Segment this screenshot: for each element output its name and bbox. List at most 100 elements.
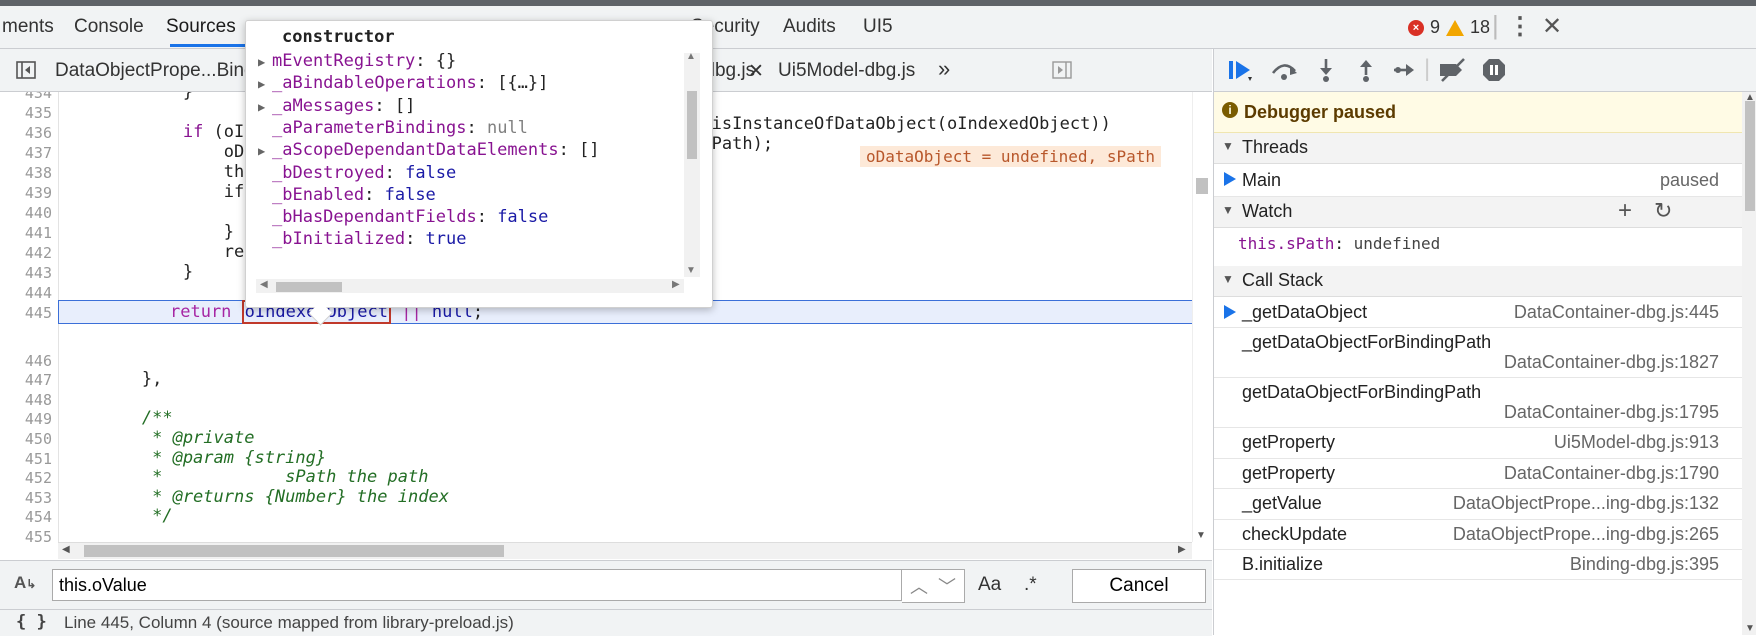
replace-toggle-icon[interactable]: A↳ bbox=[14, 573, 36, 593]
line-number[interactable]: 448 bbox=[0, 391, 52, 409]
callstack-frame[interactable]: B.initialize Binding-dbg.js:395 bbox=[1214, 549, 1756, 581]
more-tabs-icon[interactable]: » bbox=[938, 56, 950, 82]
line-number[interactable]: 435 bbox=[0, 104, 52, 122]
scroll-up-icon[interactable]: ▲ bbox=[686, 51, 696, 62]
close-tab-icon[interactable]: ✕ bbox=[748, 60, 764, 83]
line-number[interactable]: 454 bbox=[0, 508, 52, 526]
scroll-right-icon[interactable]: ▶ bbox=[1178, 544, 1186, 555]
line-number[interactable]: 455 bbox=[0, 528, 52, 542]
deactivate-breakpoints-icon[interactable] bbox=[1438, 57, 1468, 83]
line-number[interactable]: 451 bbox=[0, 450, 52, 468]
scroll-left-icon[interactable]: ◀ bbox=[260, 279, 268, 290]
cancel-button[interactable]: Cancel bbox=[1072, 569, 1206, 603]
expand-arrow-icon[interactable]: ▶ bbox=[258, 77, 272, 91]
property-row[interactable]: ▶ _aMessages: [] bbox=[258, 96, 415, 116]
sidebar-scroll-thumb[interactable] bbox=[1745, 101, 1755, 211]
frame-location[interactable]: Binding-dbg.js:395 bbox=[1570, 554, 1719, 575]
frame-location[interactable]: DataObjectPrope...ing-dbg.js:265 bbox=[1453, 524, 1719, 545]
property-row[interactable]: _aParameterBindings: null bbox=[258, 118, 528, 138]
property-row[interactable]: _bInitialized: true bbox=[258, 229, 467, 249]
search-previous-icon[interactable]: ︿ bbox=[910, 573, 928, 599]
callstack-frame[interactable]: getProperty DataContainer-dbg.js:1790 bbox=[1214, 458, 1756, 490]
property-row[interactable]: _bDestroyed: false bbox=[258, 163, 456, 183]
frame-location[interactable]: DataContainer-dbg.js:445 bbox=[1514, 302, 1719, 323]
line-number[interactable]: 443 bbox=[0, 264, 52, 282]
callstack-frame[interactable]: getProperty Ui5Model-dbg.js:913 bbox=[1214, 427, 1756, 459]
frame-location[interactable]: DataContainer-dbg.js:1795 bbox=[1504, 402, 1719, 423]
line-number[interactable]: 441 bbox=[0, 224, 52, 242]
scroll-left-icon[interactable]: ◀ bbox=[62, 544, 70, 555]
tab-console[interactable]: Console bbox=[74, 16, 144, 38]
callstack-frame[interactable]: getDataObjectForBindingPath DataContainer… bbox=[1214, 377, 1756, 429]
line-number[interactable]: 446 bbox=[0, 352, 52, 370]
resume-icon[interactable] bbox=[1228, 59, 1254, 83]
file-tab-ui5model[interactable]: Ui5Model-dbg.js bbox=[778, 60, 915, 82]
error-warning-counter[interactable]: × 9 18 bbox=[1408, 17, 1490, 38]
property-row[interactable]: ▶ _aBindableOperations: [{…}] bbox=[258, 73, 548, 93]
line-number[interactable]: 444 bbox=[0, 284, 52, 302]
frame-location[interactable]: Ui5Model-dbg.js:913 bbox=[1554, 432, 1719, 453]
line-number[interactable]: 434 bbox=[0, 92, 52, 102]
search-input[interactable] bbox=[52, 569, 902, 601]
add-watch-icon[interactable]: + bbox=[1618, 197, 1632, 225]
frame-location[interactable]: DataContainer-dbg.js:1827 bbox=[1504, 352, 1719, 373]
toggle-navigator-icon[interactable] bbox=[16, 61, 36, 79]
threads-section-header[interactable]: ▼ Threads bbox=[1214, 133, 1756, 164]
scroll-down-icon[interactable]: ▼ bbox=[1745, 623, 1755, 634]
close-icon[interactable]: ✕ bbox=[1542, 12, 1562, 41]
scroll-down-icon[interactable]: ▼ bbox=[686, 265, 696, 276]
scroll-up-icon[interactable]: ▲ bbox=[1745, 92, 1755, 103]
line-number[interactable]: 449 bbox=[0, 410, 52, 428]
pretty-print-icon[interactable]: { } bbox=[16, 612, 47, 632]
expand-arrow-icon[interactable]: ▶ bbox=[258, 144, 272, 158]
watch-expression-row[interactable]: this.sPath: undefined bbox=[1214, 228, 1756, 267]
popover-vertical-thumb[interactable] bbox=[687, 91, 697, 159]
tab-elements[interactable]: ments bbox=[2, 16, 54, 38]
watch-section-header[interactable]: ▼ Watch + ↻ bbox=[1214, 197, 1756, 228]
more-menu-icon[interactable]: ⋮ bbox=[1508, 12, 1532, 41]
line-number[interactable]: 452 bbox=[0, 469, 52, 487]
code-vertical-thumb[interactable] bbox=[1196, 178, 1208, 194]
callstack-frame[interactable]: checkUpdate DataObjectPrope...ing-dbg.js:… bbox=[1214, 519, 1756, 550]
step-over-icon[interactable] bbox=[1270, 59, 1298, 81]
property-row[interactable]: ▶ mEventRegistry: {} bbox=[258, 51, 456, 71]
frame-location[interactable]: DataContainer-dbg.js:1790 bbox=[1504, 463, 1719, 484]
object-preview-popover[interactable]: constructor ▶ mEventRegistry: {} ▶ _aBindab… bbox=[245, 20, 713, 326]
code-horizontal-thumb[interactable] bbox=[84, 545, 504, 557]
expand-arrow-icon[interactable]: ▶ bbox=[258, 100, 272, 114]
step-out-icon[interactable] bbox=[1356, 57, 1376, 83]
step-into-icon[interactable] bbox=[1316, 57, 1336, 83]
property-row[interactable]: _bHasDependantFields: false bbox=[258, 207, 548, 227]
tab-audits[interactable]: Audits bbox=[783, 16, 836, 38]
line-number[interactable]: 453 bbox=[0, 489, 52, 507]
expand-arrow-icon[interactable]: ▶ bbox=[258, 55, 272, 69]
pause-on-exceptions-icon[interactable] bbox=[1482, 58, 1506, 82]
line-number[interactable]: 436 bbox=[0, 124, 52, 142]
popover-vertical-scrollbar[interactable] bbox=[684, 53, 700, 277]
line-number[interactable]: 439 bbox=[0, 184, 52, 202]
line-number[interactable]: 442 bbox=[0, 244, 52, 262]
tab-ui5[interactable]: UI5 bbox=[863, 16, 893, 38]
tab-sources[interactable]: Sources bbox=[166, 16, 236, 38]
step-icon[interactable] bbox=[1392, 59, 1418, 81]
property-row[interactable]: _bEnabled: false bbox=[258, 185, 436, 205]
callstack-frame[interactable]: _getDataObjectForBindingPath DataContaine… bbox=[1214, 327, 1756, 379]
callstack-frame[interactable]: _getDataObject DataContainer-dbg.js:445 bbox=[1214, 297, 1756, 329]
scroll-right-icon[interactable]: ▶ bbox=[672, 279, 680, 290]
line-number[interactable]: 445 bbox=[0, 304, 52, 322]
popover-horizontal-thumb[interactable] bbox=[276, 282, 342, 292]
file-tab-dataobjectpropertybinding[interactable]: DataObjectPrope...Bind bbox=[55, 60, 255, 82]
toggle-debugger-icon[interactable] bbox=[1052, 61, 1072, 79]
frame-location[interactable]: DataObjectPrope...ing-dbg.js:132 bbox=[1453, 493, 1719, 514]
refresh-icon[interactable]: ↻ bbox=[1654, 198, 1672, 224]
regex-button[interactable]: .* bbox=[1024, 574, 1037, 596]
line-number[interactable]: 438 bbox=[0, 164, 52, 182]
callstack-section-header[interactable]: ▼ Call Stack bbox=[1214, 266, 1756, 297]
code-vertical-scrollbar[interactable] bbox=[1192, 92, 1213, 542]
property-row[interactable]: ▶ _aScopeDependantDataElements: [] bbox=[258, 140, 600, 160]
line-number[interactable]: 450 bbox=[0, 430, 52, 448]
match-case-button[interactable]: Aa bbox=[978, 574, 1001, 596]
line-number[interactable]: 437 bbox=[0, 144, 52, 162]
scroll-down-icon[interactable]: ▼ bbox=[1196, 530, 1206, 541]
search-next-icon[interactable]: ﹀ bbox=[938, 573, 956, 599]
